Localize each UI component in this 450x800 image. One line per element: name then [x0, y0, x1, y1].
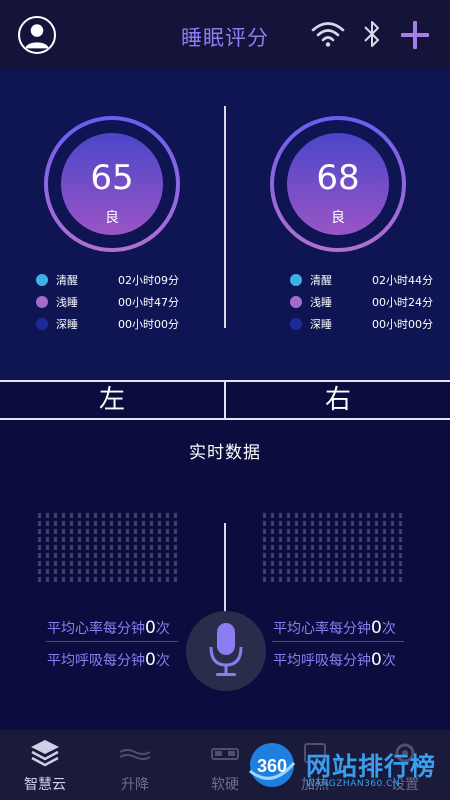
legend-deep-sleep: 深睡 00小时00分	[36, 313, 226, 335]
right-stat-separator	[272, 641, 404, 642]
sleep-scores-panel: 65 良 68 良 清醒 02小时09分 浅睡 00小时47分 深睡 00小时0…	[0, 70, 450, 380]
right-signal-matrix-icon	[263, 513, 402, 582]
wifi-icon[interactable]	[311, 20, 345, 48]
left-breath-rate: 平均呼吸每分钟0次	[47, 650, 170, 670]
left-signal-matrix-icon	[38, 513, 177, 582]
left-sleep-legend: 清醒 02小时09分 浅睡 00小时47分 深睡 00小时00分	[36, 269, 226, 335]
legend-deep-sleep: 深睡 00小时00分	[290, 313, 450, 335]
nav-item-smart-cloud[interactable]: 智慧云	[0, 730, 90, 800]
bluetooth-icon[interactable]	[360, 19, 384, 49]
legend-light-sleep: 浅睡 00小时24分	[290, 291, 450, 313]
right-score-value: 68	[316, 158, 360, 198]
site-watermark: 360 网站排行榜 WANGZHAN360.CN	[246, 735, 450, 797]
light-sleep-dot-icon	[36, 296, 48, 308]
right-breath-rate: 平均呼吸每分钟0次	[273, 650, 396, 670]
watermark-subtext: WANGZHAN360.CN	[306, 779, 401, 789]
microphone-icon	[209, 623, 243, 676]
realtime-title: 实时数据	[189, 443, 261, 463]
layers-icon	[31, 740, 59, 767]
right-heart-rate: 平均心率每分钟0次	[273, 618, 396, 638]
right-score-gauge: 68 良	[268, 114, 408, 254]
left-heart-rate: 平均心率每分钟0次	[47, 618, 170, 638]
legend-light-sleep: 浅睡 00小时47分	[36, 291, 226, 313]
left-stat-separator	[46, 641, 178, 642]
app-header: 睡眠评分	[0, 0, 450, 70]
deep-sleep-dot-icon	[290, 318, 302, 330]
svg-text:360: 360	[257, 756, 287, 776]
light-sleep-dot-icon	[290, 296, 302, 308]
legend-awake: 清醒 02小时44分	[290, 269, 450, 291]
lift-icon	[119, 749, 151, 760]
awake-dot-icon	[36, 274, 48, 286]
side-tabs: 左 右	[0, 380, 450, 420]
watermark-text: 网站排行榜	[306, 752, 437, 781]
left-score-gauge: 65 良	[42, 114, 182, 254]
microphone-button[interactable]	[186, 611, 266, 691]
deep-sleep-dot-icon	[36, 318, 48, 330]
realtime-panel: 实时数据 平均心率每分钟0次 平均呼吸每分钟0次 平均心率每分钟0次 平均呼吸每…	[0, 420, 450, 730]
bed-icon	[211, 748, 239, 760]
legend-awake: 清醒 02小时09分	[36, 269, 226, 291]
nav-item-lift[interactable]: 升降	[90, 730, 180, 800]
tab-left[interactable]: 左	[0, 382, 224, 418]
awake-dot-icon	[290, 274, 302, 286]
plus-icon[interactable]	[399, 19, 431, 51]
right-sleep-legend: 清醒 02小时44分 浅睡 00小时24分 深睡 00小时00分	[290, 269, 450, 335]
left-score-value: 65	[90, 158, 134, 198]
left-score-grade: 良	[105, 210, 119, 226]
right-score-grade: 良	[331, 210, 345, 226]
tab-right[interactable]: 右	[226, 382, 450, 418]
watermark-badge-icon: 360	[249, 743, 296, 787]
